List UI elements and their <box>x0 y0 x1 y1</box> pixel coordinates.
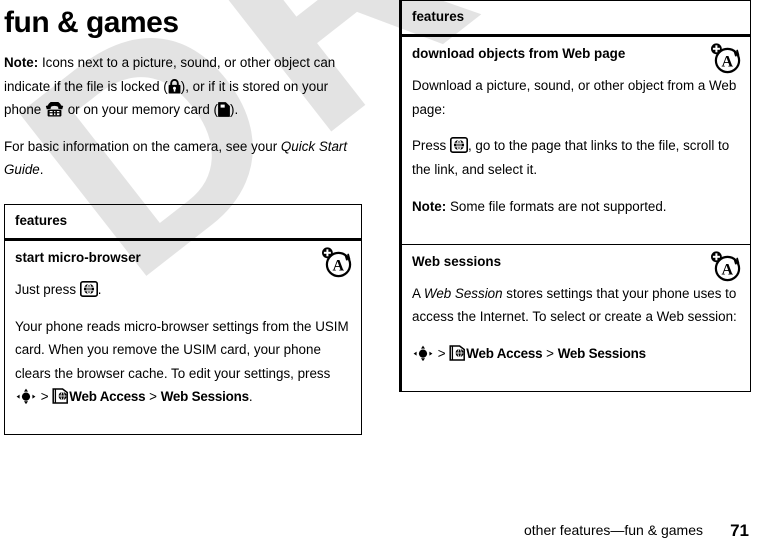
browser-feature-badge-icon: A <box>709 249 743 283</box>
feature-note-file-formats: Note: Some file formats are not supporte… <box>412 195 740 219</box>
lock-icon <box>168 78 181 94</box>
features-table-left: features A start micro-browser Just pres… <box>4 203 362 436</box>
note-text: Some file formats are not supported. <box>446 198 667 214</box>
usim-settings-text-post: . <box>248 389 253 405</box>
footer-page-number: 71 <box>730 521 749 540</box>
note-text-part4: ). <box>230 102 239 117</box>
just-press-text: Just press <box>15 281 80 297</box>
just-press-text-post: . <box>97 281 102 297</box>
phone-icon <box>45 102 64 117</box>
page-footer: other features—fun & games 71 <box>0 516 759 540</box>
browser-feature-badge-icon: A <box>320 245 354 279</box>
page-title: fun & games <box>4 6 179 39</box>
feature-title-web-sessions: Web sessions <box>412 253 502 269</box>
nav-separator-2: > <box>145 389 161 405</box>
nav-item-web-sessions: Web Sessions <box>160 389 249 405</box>
web-access-icon <box>52 388 69 405</box>
feature-para-usim-settings: Your phone reads micro-browser settings … <box>15 315 351 409</box>
feature-row-start-micro-browser: A start micro-browser Just press . Your … <box>5 241 361 434</box>
camera-text-part1: For basic information on the camera, see… <box>4 138 281 154</box>
browser-feature-badge-icon: A <box>709 41 743 75</box>
memory-card-icon <box>218 102 230 117</box>
feature-para-just-press: Just press . <box>15 278 351 302</box>
feature-row-download-objects: A download objects from Web page Downloa… <box>402 37 750 244</box>
usim-settings-text: Your phone reads micro-browser settings … <box>15 318 349 381</box>
web-access-icon <box>449 345 466 361</box>
left-column: fun & games Note: Icons next to a pictur… <box>4 0 362 436</box>
svg-text:A: A <box>333 257 345 274</box>
camera-text-part2: . <box>39 162 44 178</box>
features-table-right-header: features <box>402 1 750 37</box>
nav-item-web-access: Web Access <box>69 389 146 405</box>
feature-title-start-micro-browser: start micro-browser <box>15 249 141 265</box>
camera-info-paragraph: For basic information on the camera, see… <box>4 135 356 182</box>
svg-text:A: A <box>722 53 734 70</box>
footer-section-label: other features—fun & games <box>524 522 703 538</box>
note-text-part3: or on your memory card ( <box>63 102 219 117</box>
nav-separator-2: > <box>542 346 558 362</box>
joystick-icon <box>412 345 434 362</box>
feature-title-download-objects: download objects from Web page <box>412 46 626 61</box>
web-session-text-pre: A <box>412 285 424 301</box>
note-label: Note: <box>412 198 447 214</box>
svg-text:A: A <box>722 261 734 278</box>
feature-para-download-intro: Download a picture, sound, or other obje… <box>412 78 737 117</box>
feature-nav-path-web-sessions: > Web Access > Web Sessions <box>412 342 740 366</box>
right-column: features A download objects from Web pag… <box>399 0 751 392</box>
page-content: fun & games Note: Icons next to a pictur… <box>0 0 759 550</box>
note-label: Note: <box>4 55 39 70</box>
browser-key-icon <box>79 280 98 297</box>
nav-separator-1: > <box>434 346 450 362</box>
nav-item-web-sessions: Web Sessions <box>557 346 646 362</box>
joystick-icon <box>15 388 37 405</box>
features-table-right: features A download objects from Web pag… <box>399 0 751 392</box>
feature-para-web-session-desc: A Web Session stores settings that your … <box>412 282 740 329</box>
features-table-left-header: features <box>5 205 361 241</box>
nav-separator-1: > <box>37 389 53 405</box>
web-session-term: Web Session <box>423 285 503 301</box>
feature-row-web-sessions: A Web sessions A Web Session stores sett… <box>402 243 750 391</box>
feature-para-press-browser-key: Press , go to the page that links to the… <box>412 134 740 181</box>
browser-key-icon <box>449 137 468 154</box>
note-paragraph-icons: Note: Icons next to a picture, sound, or… <box>4 51 356 122</box>
nav-item-web-access: Web Access <box>466 346 543 362</box>
press-text: Press <box>412 138 450 154</box>
